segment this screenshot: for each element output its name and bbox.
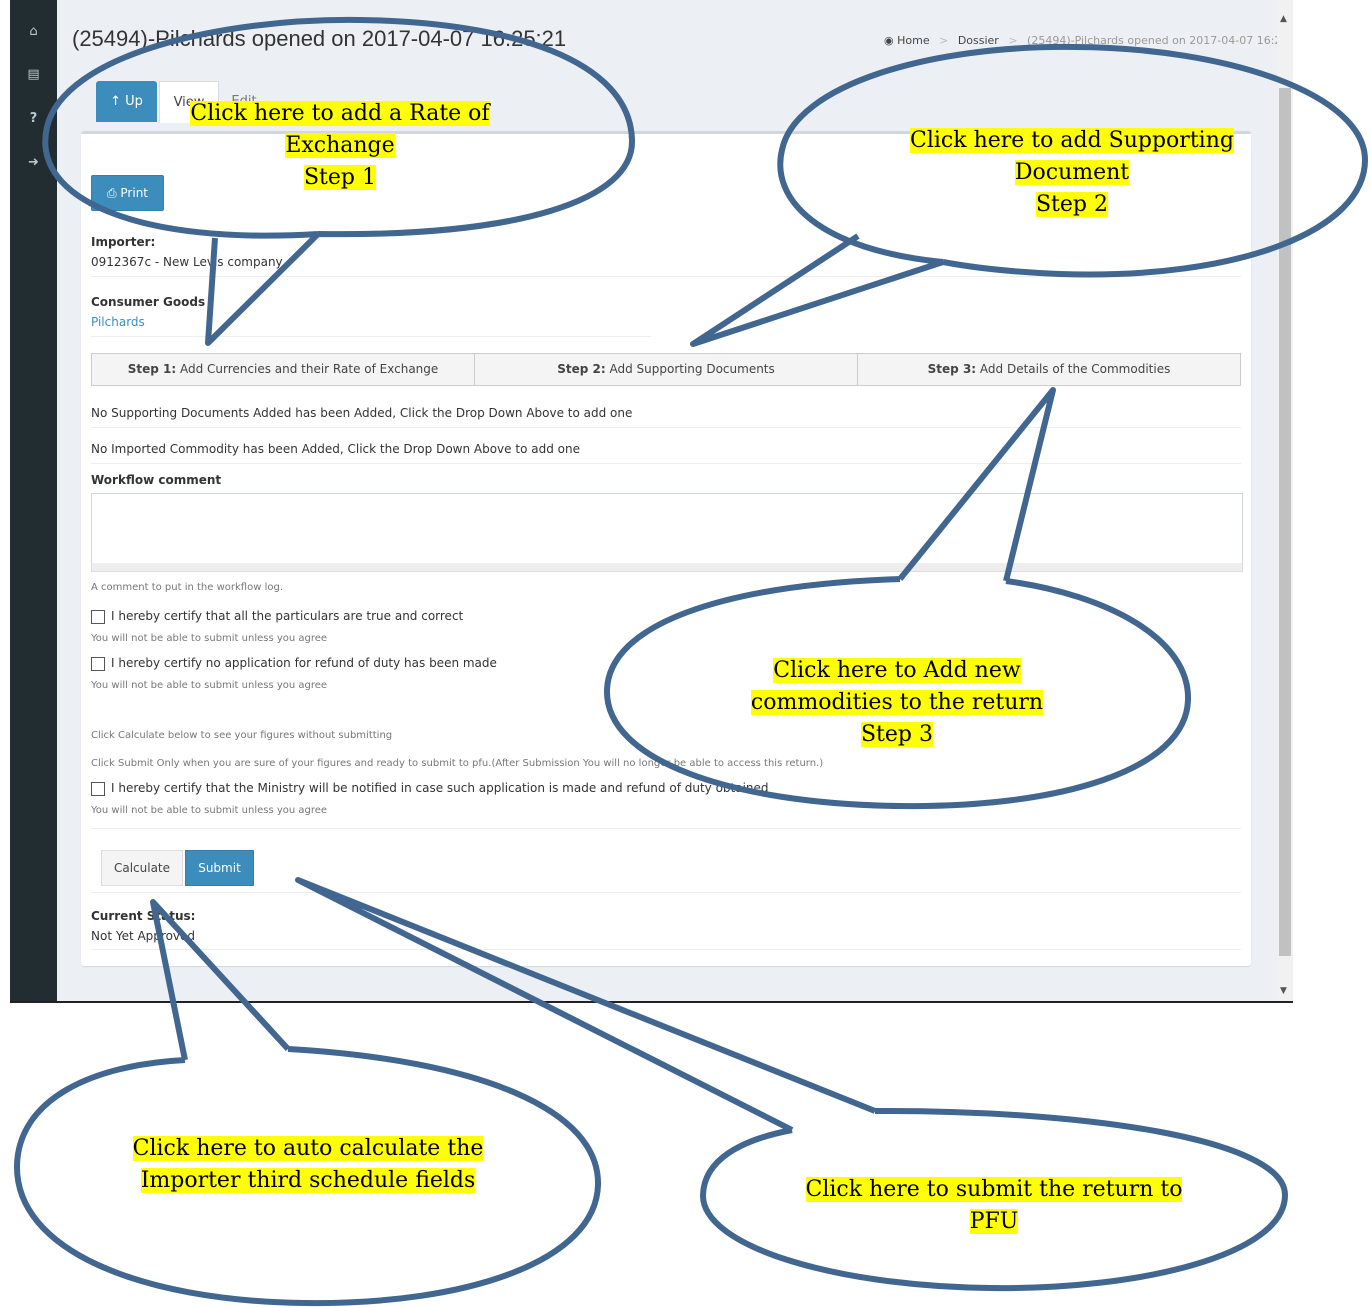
callout-text-line: Click here to auto calculate the [132,1136,484,1161]
callout-text-line: Importer third schedule fields [140,1168,476,1193]
callout-text-line: Step 2 [1035,192,1108,217]
callout-text-line: Step 1 [303,165,376,190]
callout-2-text: Click here to add Supporting Document St… [882,125,1262,221]
callout-text-line: PFU [969,1209,1019,1234]
callout-text-line: Exchange [285,133,395,158]
callout-text-line: Click here to add Supporting [910,128,1234,153]
callout-text-line: Click here to add a Rate of [190,101,490,126]
callout-1-text: Click here to add a Rate of Exchange Ste… [160,98,520,194]
callout-text-line: Click here to Add new [773,658,1021,683]
callout-text-line: Step 3 [860,722,933,747]
callout-5-text: Click here to submit the return to PFU [784,1174,1204,1238]
callout-text-line: commodities to the return [750,690,1044,715]
callout-3-text: Click here to Add new commodities to the… [722,655,1072,751]
callout-text-line: Document [1014,160,1130,185]
callout-text-line: Click here to submit the return to [805,1177,1183,1202]
callout-4-text: Click here to auto calculate the Importe… [118,1133,498,1197]
